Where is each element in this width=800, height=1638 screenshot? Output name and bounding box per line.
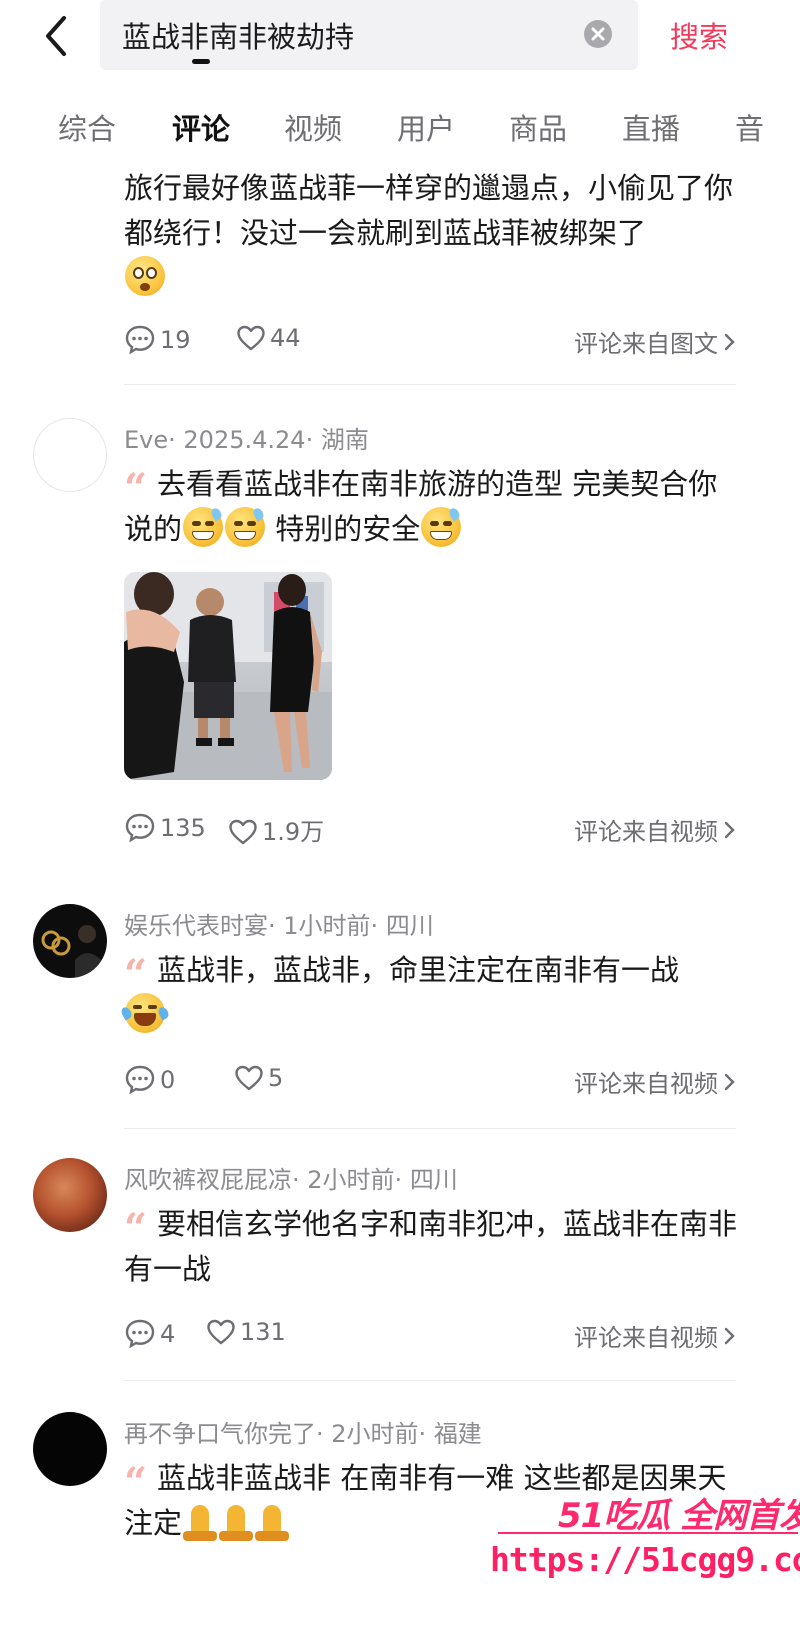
comment-date: 2小时前 bbox=[307, 1166, 395, 1194]
chevron-right-icon bbox=[724, 818, 736, 846]
photo-illustration bbox=[124, 572, 332, 780]
comment-bubble-icon bbox=[125, 325, 155, 355]
quote-icon: “ bbox=[124, 1459, 148, 1506]
watermark: 51吃瓜 全网首发 https://51cgg9.com bbox=[484, 1488, 800, 1638]
praying-hands-emoji-icon bbox=[219, 1503, 254, 1541]
tab-live[interactable]: 直播 bbox=[622, 106, 680, 148]
quote-icon: “ bbox=[124, 465, 148, 512]
search-tabs: 综合 评论 视频 用户 商品 直播 音 bbox=[0, 100, 800, 160]
like-count[interactable]: 5 bbox=[234, 1064, 283, 1092]
avatar-image bbox=[41, 925, 101, 978]
comment-date: 1小时前 bbox=[283, 912, 371, 940]
chevron-right-icon bbox=[724, 330, 736, 358]
comment-body: 旅行最好像蓝战菲一样穿的邋遢点，小偷见了你都绕行！没过一会就刷到蓝战菲被绑架了 bbox=[124, 171, 734, 250]
quote-icon: “ bbox=[124, 951, 148, 998]
comment-text: 旅行最好像蓝战菲一样穿的邋遢点，小偷见了你都绕行！没过一会就刷到蓝战菲被绑架了 bbox=[124, 166, 740, 301]
watermark-underline bbox=[498, 1532, 798, 1534]
comment-location: 四川 bbox=[385, 912, 434, 940]
comment-text: “要相信玄学他名字和南非犯冲，蓝战非在南非有一战 bbox=[124, 1202, 740, 1292]
search-button[interactable]: 搜索 bbox=[670, 14, 728, 56]
divider bbox=[124, 384, 736, 385]
comment-meta: 19 44 评论来自图文 bbox=[124, 322, 736, 359]
tab-general[interactable]: 综合 bbox=[58, 106, 116, 148]
grinning-sweat-emoji-icon bbox=[421, 506, 462, 547]
comment-bubble-icon bbox=[125, 1065, 155, 1095]
comment-author-line: 风吹裤衩屁屁凉· 2小时前· 四川 bbox=[124, 1166, 458, 1194]
heart-icon bbox=[207, 1319, 235, 1345]
comment-location: 福建 bbox=[433, 1420, 482, 1448]
comment-text: “ 蓝战非，蓝战非，命里注定在南非有一战 bbox=[119, 948, 740, 1038]
comment-source-link[interactable]: 评论来自视频 bbox=[574, 1064, 736, 1099]
grinning-sweat-emoji-icon bbox=[183, 506, 224, 547]
comment-location: 湖南 bbox=[320, 426, 369, 454]
tab-comments[interactable]: 评论 bbox=[172, 106, 230, 148]
username[interactable]: Eve bbox=[124, 426, 168, 454]
comment-bubble-icon bbox=[125, 1319, 155, 1349]
grinning-sweat-emoji-icon bbox=[225, 506, 266, 547]
comment-text: “去看看蓝战非在南非旅游的造型 完美契合你说的 特别的安全 bbox=[124, 462, 740, 552]
like-count[interactable]: 44 bbox=[236, 324, 301, 352]
comment-body: 要相信玄学他名字和南非犯冲，蓝战非在南非有一战 bbox=[124, 1207, 738, 1286]
comment-location: 四川 bbox=[409, 1166, 458, 1194]
comment-bubble-icon bbox=[125, 813, 155, 843]
laughing-crying-emoji-icon bbox=[119, 993, 171, 1033]
comment-attached-photo[interactable] bbox=[124, 572, 332, 780]
close-icon bbox=[591, 27, 605, 41]
avatar[interactable] bbox=[33, 1158, 107, 1232]
comment-meta: 0 5 评论来自视频 bbox=[124, 1062, 736, 1099]
heart-icon bbox=[229, 819, 257, 845]
comment-meta: 4 131 评论来自视频 bbox=[124, 1316, 736, 1353]
comment-author-line: 再不争口气你完了· 2小时前· 福建 bbox=[124, 1420, 482, 1448]
like-count[interactable]: 1.9万 bbox=[228, 812, 324, 847]
username[interactable]: 风吹裤衩屁屁凉 bbox=[124, 1166, 292, 1194]
chevron-right-icon bbox=[724, 1324, 736, 1352]
chevron-left-icon bbox=[46, 16, 66, 56]
divider bbox=[124, 1380, 736, 1381]
like-count[interactable]: 131 bbox=[206, 1318, 286, 1346]
username[interactable]: 娱乐代表时宴 bbox=[124, 912, 268, 940]
comment-source-link[interactable]: 评论来自视频 bbox=[574, 1318, 736, 1353]
back-button[interactable] bbox=[38, 14, 78, 58]
tab-music[interactable]: 音 bbox=[735, 106, 764, 148]
avatar[interactable] bbox=[33, 904, 107, 978]
praying-hands-emoji-icon bbox=[183, 1503, 218, 1541]
comment-source-link[interactable]: 评论来自图文 bbox=[574, 324, 736, 359]
avatar[interactable] bbox=[33, 1412, 107, 1486]
dizzy-face-emoji-icon bbox=[125, 256, 165, 296]
reply-count[interactable]: 4 bbox=[124, 1318, 175, 1349]
active-tab-indicator bbox=[192, 59, 210, 64]
comment-body-tail: 特别的安全 bbox=[266, 512, 421, 546]
search-header: 蓝战非南非被劫持 搜索 bbox=[0, 0, 800, 74]
reply-count[interactable]: 19 bbox=[124, 324, 191, 355]
heart-icon bbox=[235, 1065, 263, 1091]
comment-author-line: Eve· 2025.4.24· 湖南 bbox=[124, 426, 369, 454]
search-input[interactable]: 蓝战非南非被劫持 bbox=[100, 0, 638, 70]
search-query-text: 蓝战非南非被劫持 bbox=[122, 20, 355, 54]
tab-products[interactable]: 商品 bbox=[509, 106, 567, 148]
praying-hands-emoji-icon bbox=[255, 1503, 290, 1541]
watermark-brand: 51吃瓜 全网首发 bbox=[558, 1496, 800, 1536]
reply-count[interactable]: 0 bbox=[124, 1064, 175, 1095]
heart-icon bbox=[237, 325, 265, 351]
comment-meta: 135 1.9万 评论来自视频 bbox=[124, 810, 736, 847]
comment-source-link[interactable]: 评论来自视频 bbox=[574, 812, 736, 847]
comment-date: 2小时前 bbox=[331, 1420, 419, 1448]
comment-body: 蓝战非，蓝战非，命里注定在南非有一战 bbox=[157, 953, 680, 987]
avatar[interactable] bbox=[33, 418, 107, 492]
chevron-right-icon bbox=[724, 1070, 736, 1098]
comment-author-line: 娱乐代表时宴· 1小时前· 四川 bbox=[124, 912, 434, 940]
divider bbox=[124, 1128, 736, 1129]
tab-users[interactable]: 用户 bbox=[397, 106, 455, 148]
clear-search-button[interactable] bbox=[584, 20, 612, 48]
username[interactable]: 再不争口气你完了 bbox=[124, 1420, 316, 1448]
reply-count[interactable]: 135 bbox=[124, 812, 206, 843]
watermark-url: https://51cgg9.com bbox=[490, 1540, 800, 1579]
quote-icon: “ bbox=[124, 1205, 148, 1252]
comment-date: 2025.4.24 bbox=[183, 426, 306, 454]
tab-videos[interactable]: 视频 bbox=[284, 106, 342, 148]
